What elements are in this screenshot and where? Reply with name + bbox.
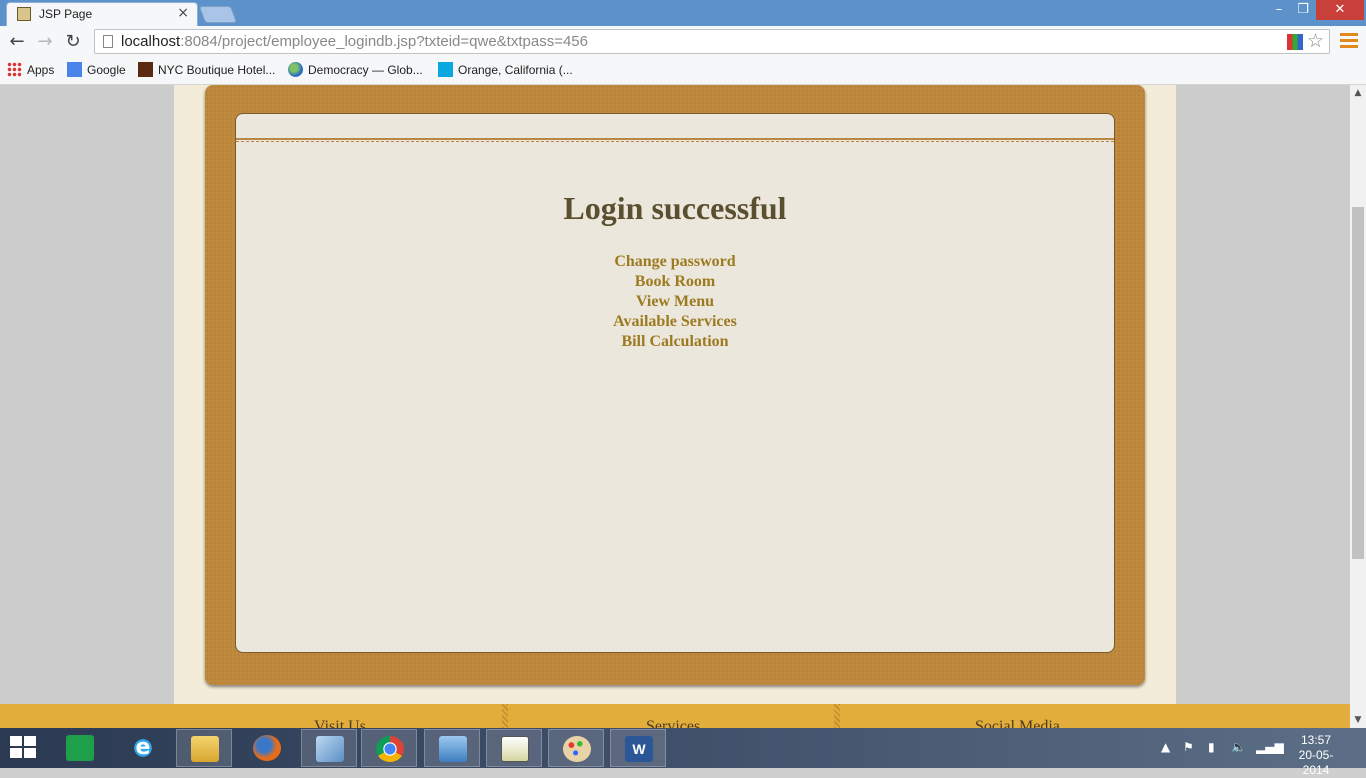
store-icon	[66, 735, 94, 761]
employee-menu: Change password Book Room View Menu Avai…	[236, 252, 1114, 352]
volume-icon[interactable]: 🔈	[1231, 740, 1246, 754]
tab-jsp-page[interactable]: JSP Page ×	[6, 2, 198, 26]
page-title: Login successful	[563, 190, 787, 226]
remote-desktop-icon	[439, 736, 467, 762]
remote-desktop-app-button[interactable]	[424, 729, 480, 767]
palette-icon	[563, 736, 591, 762]
bookmark-label: Apps	[27, 63, 55, 77]
footer-divider	[834, 704, 840, 728]
globe-icon	[288, 62, 303, 77]
footer-heading-services: Services	[646, 718, 701, 728]
minimize-button[interactable]: –	[1268, 0, 1290, 20]
store-app-button[interactable]	[52, 729, 108, 767]
start-button[interactable]	[10, 736, 38, 760]
windows-taskbar: e W ▲ ⚑ ▮ 🔈 ▂▄▆ 13:57 20-05-2014	[0, 728, 1366, 777]
address-bar[interactable]: localhost:8084/project/employee_logindb.…	[94, 29, 1330, 54]
chrome-app-button[interactable]	[361, 729, 417, 767]
firefox-icon	[253, 735, 281, 761]
notepad-icon	[501, 736, 529, 762]
page-viewport: Login successful Change password Book Ro…	[0, 85, 1350, 728]
reload-button[interactable]: ↻	[62, 31, 84, 53]
file-explorer-app-button[interactable]	[176, 729, 232, 767]
tab-title: JSP Page	[39, 7, 93, 21]
vertical-scrollbar[interactable]: ▲ ▼	[1350, 85, 1366, 728]
google-icon	[67, 62, 82, 77]
page-favicon-icon	[17, 7, 31, 21]
notepad-app-button[interactable]	[486, 729, 542, 767]
browser-toolbar: ← → ↻ localhost:8084/project/employee_lo…	[0, 26, 1366, 58]
bookmark-label: Democracy — Glob...	[308, 63, 423, 77]
extension-icon[interactable]	[1287, 34, 1303, 50]
scrollbar-thumb[interactable]	[1352, 207, 1364, 559]
bookmarks-bar: Apps Google NYC Boutique Hotel... Democr…	[0, 58, 1366, 85]
tab-strip: JSP Page × – ❐ ✕	[0, 0, 1366, 26]
book-room-link[interactable]: Book Room	[236, 272, 1114, 292]
system-clock[interactable]: 13:57 20-05-2014	[1286, 733, 1346, 778]
bookmark-label: NYC Boutique Hotel...	[158, 63, 276, 77]
bookmark-label: Orange, California (...	[458, 63, 573, 77]
url-text[interactable]: localhost:8084/project/employee_logindb.…	[121, 33, 588, 50]
back-button[interactable]: ←	[6, 31, 28, 53]
bookmark-apps[interactable]: Apps	[7, 62, 54, 80]
chrome-menu-icon[interactable]	[1340, 33, 1358, 49]
internet-explorer-icon: e	[129, 735, 157, 761]
bookmark-star-icon[interactable]: ☆	[1307, 30, 1324, 52]
maximize-button[interactable]: ❐	[1292, 0, 1314, 20]
scroll-down-arrow-icon[interactable]: ▼	[1350, 712, 1366, 728]
f-icon	[438, 62, 453, 77]
hc-icon	[138, 62, 153, 77]
ie-app-button[interactable]: e	[115, 729, 171, 767]
flag-icon[interactable]: ⚑	[1183, 740, 1194, 754]
paint-app-button[interactable]	[548, 729, 604, 767]
clock-time: 13:57	[1300, 733, 1332, 747]
bookmark-democracy[interactable]: Democracy — Glob...	[288, 62, 423, 80]
change-password-link[interactable]: Change password	[236, 252, 1114, 272]
clock-date: 20-05-2014	[1298, 748, 1334, 777]
word-app-button[interactable]: W	[610, 729, 666, 767]
view-menu-link[interactable]: View Menu	[236, 292, 1114, 312]
apps-grid-icon	[7, 62, 22, 77]
tab-close-icon[interactable]: ×	[177, 5, 189, 21]
scroll-up-arrow-icon[interactable]: ▲	[1350, 85, 1366, 101]
chrome-icon	[376, 736, 404, 762]
bookmark-orange-california[interactable]: Orange, California (...	[438, 62, 573, 80]
footer-heading-social-media: Social Media	[975, 718, 1060, 728]
forward-button[interactable]: →	[34, 31, 56, 53]
virtualbox-app-button[interactable]	[301, 729, 357, 767]
firefox-app-button[interactable]	[239, 729, 295, 767]
stitch-divider	[236, 138, 1114, 142]
content-board: Login successful Change password Book Ro…	[205, 85, 1145, 685]
url-host: localhost	[121, 33, 181, 50]
folder-icon	[191, 736, 219, 762]
network-icon[interactable]: ▂▄▆	[1256, 740, 1284, 754]
bookmark-google[interactable]: Google	[67, 62, 126, 80]
footer-divider	[502, 704, 508, 728]
footer-heading-visit-us: Visit Us	[314, 718, 366, 728]
new-tab-button[interactable]	[198, 6, 238, 23]
close-window-button[interactable]: ✕	[1316, 0, 1364, 20]
content-card: Login successful Change password Book Ro…	[235, 113, 1115, 653]
page-footer: Visit Us Services Social Media	[0, 704, 1350, 728]
available-services-link[interactable]: Available Services	[236, 312, 1114, 332]
bookmark-label: Google	[87, 63, 126, 77]
bill-calculation-link[interactable]: Bill Calculation	[236, 332, 1114, 352]
url-path: :8084/project/employee_logindb.jsp?txtei…	[180, 33, 588, 50]
show-hidden-icons-icon[interactable]: ▲	[1161, 740, 1170, 754]
cube-icon	[316, 736, 344, 762]
battery-icon[interactable]: ▮	[1208, 740, 1215, 754]
word-icon: W	[625, 736, 653, 762]
page-icon	[103, 35, 113, 48]
bookmark-nyc-boutique-hotel[interactable]: NYC Boutique Hotel...	[138, 62, 275, 80]
